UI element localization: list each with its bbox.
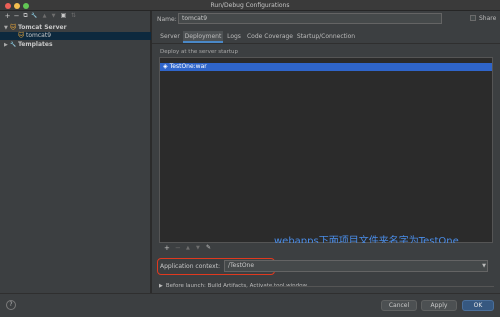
tab-logs[interactable]: Logs: [223, 31, 245, 43]
tomcat-icon: 🐱: [10, 24, 17, 31]
window-title: Run/Debug Configurations: [210, 2, 290, 9]
configurations-tree-panel: + − ⧉ 🔧 ▲ ▼ ▣ ⇅ ▼ 🐱 Tomcat Server 🐱 tomc…: [0, 11, 151, 293]
tree-item-label: Tomcat Server: [18, 24, 67, 31]
wrench-icon: 🔧: [10, 42, 17, 48]
share-label: Share: [479, 15, 497, 22]
sort-icon[interactable]: ⇅: [70, 12, 77, 20]
tomcat-icon: 🐱: [18, 32, 25, 39]
add-configuration-button[interactable]: +: [4, 12, 11, 20]
tree-toolbar: + − ⧉ 🔧 ▲ ▼ ▣ ⇅: [0, 11, 151, 21]
move-up-button[interactable]: ▲: [186, 244, 190, 252]
help-button[interactable]: ?: [6, 300, 16, 310]
copy-configuration-button[interactable]: ⧉: [22, 12, 29, 20]
chevron-down-icon[interactable]: ▼: [4, 24, 8, 32]
deploy-section-label: Deploy at the server startup: [160, 49, 239, 55]
tree-item-tomcat-server[interactable]: ▼ 🐱 Tomcat Server: [0, 24, 151, 32]
deployment-toolbar: + − ▲ ▼ ✎: [159, 243, 493, 254]
tab-startup-connection[interactable]: Startup/Connection: [295, 31, 357, 43]
application-context-input[interactable]: /TestOne: [224, 260, 488, 272]
tree-item-label: Templates: [18, 41, 53, 48]
remove-artifact-button[interactable]: −: [175, 244, 181, 252]
tree-item-tomcat9[interactable]: 🐱 tomcat9: [0, 32, 151, 40]
chevron-right-icon[interactable]: ▶: [159, 283, 163, 289]
dialog-footer: ? Cancel Apply OK: [0, 293, 500, 317]
deployment-list: ◈ TestOne:war webapps下面项目文件夹名字为TestOne: [159, 57, 493, 247]
wrench-icon[interactable]: 🔧: [31, 12, 38, 20]
list-item-label: TestOne:war: [169, 63, 207, 70]
name-label: Name:: [157, 16, 177, 23]
tab-divider: [152, 43, 500, 44]
ok-button[interactable]: OK: [462, 300, 494, 311]
move-up-button[interactable]: ▲: [41, 12, 48, 20]
apply-button[interactable]: Apply: [421, 300, 457, 311]
chevron-right-icon[interactable]: ▶: [4, 41, 8, 49]
title-bar: Run/Debug Configurations: [0, 0, 500, 11]
name-input[interactable]: tomcat9: [178, 13, 442, 24]
cancel-button[interactable]: Cancel: [381, 300, 417, 311]
folder-icon[interactable]: ▣: [60, 12, 67, 20]
artifact-icon: ◈: [163, 63, 168, 70]
chevron-down-icon[interactable]: ▼: [480, 261, 488, 271]
share-checkbox[interactable]: [470, 15, 476, 21]
tab-server[interactable]: Server: [157, 31, 183, 43]
tree-item-label: tomcat9: [26, 32, 52, 39]
application-context-label: Application context:: [160, 263, 221, 270]
tab-deployment[interactable]: Deployment: [183, 31, 223, 43]
move-down-button[interactable]: ▼: [196, 244, 200, 252]
tree-item-templates[interactable]: ▶ 🔧 Templates: [0, 41, 151, 49]
configuration-editor: Name: tomcat9 Share Server Deployment Lo…: [152, 11, 500, 293]
add-artifact-button[interactable]: +: [164, 244, 170, 252]
divider: [264, 286, 494, 287]
move-down-button[interactable]: ▼: [50, 12, 57, 20]
list-item[interactable]: ◈ TestOne:war: [160, 63, 492, 71]
remove-configuration-button[interactable]: −: [13, 12, 20, 20]
tab-code-coverage[interactable]: Code Coverage: [245, 31, 295, 43]
edit-icon[interactable]: ✎: [206, 244, 211, 252]
